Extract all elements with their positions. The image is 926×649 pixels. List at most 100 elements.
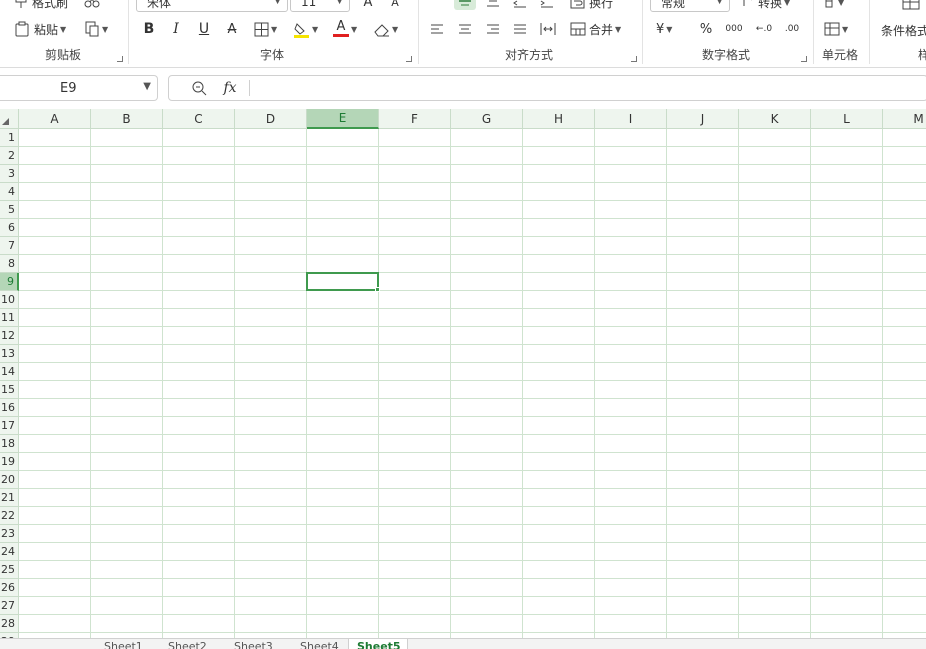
column-header-m[interactable]: M: [883, 109, 926, 129]
row-column-button[interactable]: ▼: [824, 0, 844, 10]
shrink-font-button[interactable]: A: [386, 0, 404, 10]
row-header-22[interactable]: 22: [0, 507, 19, 525]
name-box[interactable]: E9 ▼: [0, 75, 158, 101]
column-header-k[interactable]: K: [739, 109, 811, 129]
number-launcher-icon[interactable]: [801, 56, 807, 62]
sheet-tab-5[interactable]: Sheet5: [348, 639, 408, 649]
font-color-swatch: [333, 34, 349, 37]
select-all-corner[interactable]: [0, 109, 19, 129]
align-bottom-button[interactable]: [484, 0, 502, 10]
column-header-i[interactable]: I: [595, 109, 667, 129]
row-header-24[interactable]: 24: [0, 543, 19, 561]
cell-format-button[interactable]: ▼: [824, 20, 848, 38]
number-format-select[interactable]: 常规 ▼: [650, 0, 730, 12]
convert-button[interactable]: 转换 ▼: [742, 0, 790, 10]
conditional-format-label[interactable]: 条件格式: [881, 22, 926, 39]
row-header-18[interactable]: 18: [0, 435, 19, 453]
row-header-23[interactable]: 23: [0, 525, 19, 543]
column-header-e[interactable]: E: [307, 109, 379, 129]
paste-label: 粘贴: [34, 22, 59, 37]
column-header-b[interactable]: B: [91, 109, 163, 129]
spreadsheet-grid[interactable]: ABCDEFGHIJKLM 1 2 3 4 5 6 7 8 9 10 11 12 13 14 15 16 17 1…: [0, 109, 926, 638]
column-header-c[interactable]: C: [163, 109, 235, 129]
paste-button[interactable]: 粘贴 ▼: [14, 20, 66, 38]
row-header-10[interactable]: 10: [0, 291, 19, 309]
row-header-2[interactable]: 2: [0, 147, 19, 165]
formula-input[interactable]: [168, 75, 926, 101]
column-header-g[interactable]: G: [451, 109, 523, 129]
column-header-d[interactable]: D: [235, 109, 307, 129]
italic-button[interactable]: I: [167, 20, 185, 38]
row-header-7[interactable]: 7: [0, 237, 19, 255]
row-header-21[interactable]: 21: [0, 489, 19, 507]
row-header-25[interactable]: 25: [0, 561, 19, 579]
grow-font-button[interactable]: A: [358, 0, 378, 10]
row-header-4[interactable]: 4: [0, 183, 19, 201]
column-header-j[interactable]: J: [667, 109, 739, 129]
row-header-28[interactable]: 28: [0, 615, 19, 633]
alignment-launcher-icon[interactable]: [631, 56, 637, 62]
wrap-text-button[interactable]: 换行: [570, 0, 613, 10]
row-header-20[interactable]: 20: [0, 471, 19, 489]
row-header-14[interactable]: 14: [0, 363, 19, 381]
conditional-format-icon-button[interactable]: [900, 0, 922, 12]
cut-button[interactable]: [82, 0, 102, 10]
font-size-select[interactable]: 11 ▼: [290, 0, 350, 12]
copy-button[interactable]: ▼: [84, 20, 108, 38]
row-header-12[interactable]: 12: [0, 327, 19, 345]
thousands-button[interactable]: 000: [722, 20, 746, 38]
align-left-button[interactable]: [428, 20, 446, 38]
decrease-decimal-button[interactable]: .00: [780, 20, 804, 38]
underline-button[interactable]: U: [195, 20, 213, 38]
decrease-indent-button[interactable]: [511, 0, 529, 10]
row-header-11[interactable]: 11: [0, 309, 19, 327]
row-header-15[interactable]: 15: [0, 381, 19, 399]
sheet-tab-3[interactable]: Sheet3: [226, 639, 288, 649]
merge-button[interactable]: 合并 ▼: [570, 20, 621, 38]
fill-handle[interactable]: [375, 287, 380, 292]
border-button[interactable]: ▼: [254, 20, 277, 38]
align-middle-button[interactable]: [454, 0, 476, 10]
align-right-button[interactable]: [484, 20, 502, 38]
format-painter-icon: [15, 0, 27, 8]
chevron-down-icon[interactable]: ▼: [143, 81, 151, 92]
strikethrough-button[interactable]: A: [223, 20, 241, 38]
column-header-h[interactable]: H: [523, 109, 595, 129]
column-header-a[interactable]: A: [19, 109, 91, 129]
row-header-1[interactable]: 1: [0, 129, 19, 147]
justify-button[interactable]: [511, 20, 529, 38]
sheet-tab-2[interactable]: Sheet2: [160, 639, 222, 649]
increase-indent-button[interactable]: [538, 0, 556, 10]
row-gridline: [19, 200, 926, 201]
row-gridline: [19, 632, 926, 633]
fill-color-button[interactable]: ▼: [293, 20, 318, 38]
row-header-9[interactable]: 9: [0, 273, 19, 291]
distribute-button[interactable]: [539, 20, 557, 38]
column-header-f[interactable]: F: [379, 109, 451, 129]
column-header-l[interactable]: L: [811, 109, 883, 129]
font-launcher-icon[interactable]: [406, 56, 412, 62]
row-header-17[interactable]: 17: [0, 417, 19, 435]
currency-button[interactable]: ¥ ▼: [656, 20, 672, 38]
row-header-8[interactable]: 8: [0, 255, 19, 273]
increase-decimal-button[interactable]: ←.0: [752, 20, 776, 38]
clipboard-launcher-icon[interactable]: [117, 56, 123, 62]
font-family-select[interactable]: 宋体 ▼: [136, 0, 288, 12]
active-cell[interactable]: [306, 272, 379, 291]
row-header-16[interactable]: 16: [0, 399, 19, 417]
font-color-button[interactable]: A ▼: [333, 20, 357, 38]
align-center-button[interactable]: [456, 20, 474, 38]
row-header-26[interactable]: 26: [0, 579, 19, 597]
sheet-tab-4[interactable]: Sheet4: [292, 639, 344, 649]
row-header-19[interactable]: 19: [0, 453, 19, 471]
clear-format-button[interactable]: ▼: [373, 20, 398, 38]
row-header-6[interactable]: 6: [0, 219, 19, 237]
format-painter-button[interactable]: 格式刷: [14, 0, 68, 10]
row-header-5[interactable]: 5: [0, 201, 19, 219]
row-header-13[interactable]: 13: [0, 345, 19, 363]
sheet-tab-1[interactable]: Sheet1: [96, 639, 156, 649]
row-header-27[interactable]: 27: [0, 597, 19, 615]
bold-button[interactable]: B: [140, 20, 158, 38]
row-header-3[interactable]: 3: [0, 165, 19, 183]
percent-button[interactable]: %: [697, 20, 715, 38]
